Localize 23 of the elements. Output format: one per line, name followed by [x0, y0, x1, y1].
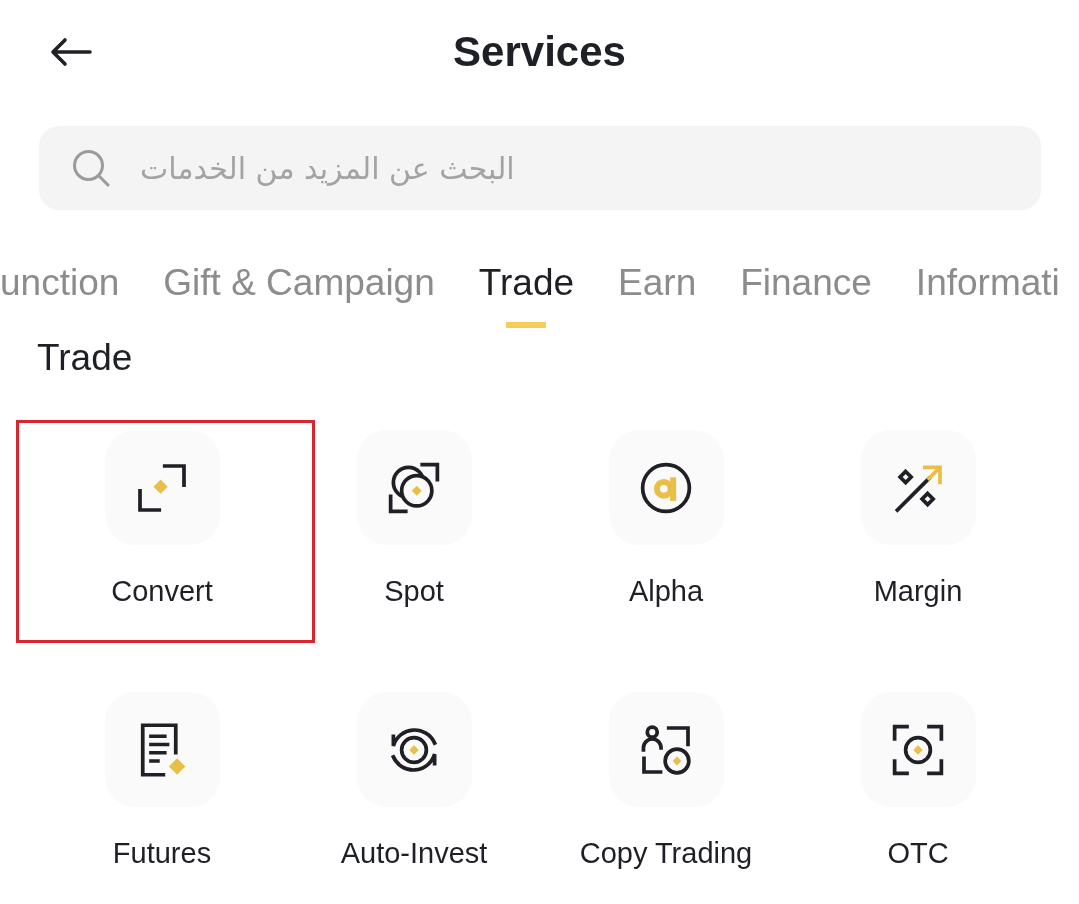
search-icon: [72, 149, 110, 187]
coin-frame-icon: [860, 692, 976, 807]
category-tab[interactable]: Trade: [478, 261, 575, 328]
service-button[interactable]: Convert: [104, 430, 220, 609]
circled-a-icon: [608, 430, 724, 545]
diamond-brackets-icon: [104, 430, 220, 545]
section-title: Trade: [37, 336, 133, 380]
search-field[interactable]: البحث عن المزيد من الخدمات: [39, 126, 1041, 210]
percent-arrow-icon: [860, 430, 976, 545]
person-coin-icon: [608, 692, 724, 807]
service-button[interactable]: Futures: [104, 692, 220, 871]
service-button[interactable]: OTC: [860, 692, 976, 871]
circular-arrows-icon: [356, 692, 472, 807]
service-button[interactable]: Spot: [356, 430, 472, 609]
service-button[interactable]: Alpha: [608, 430, 724, 609]
service-button[interactable]: Auto-Invest: [340, 692, 488, 871]
page-title: Services: [453, 26, 626, 77]
coins-icon: [356, 430, 472, 545]
service-button[interactable]: Margin: [860, 430, 976, 609]
document-icon: [104, 692, 220, 807]
arrow-left-icon: [50, 37, 92, 67]
service-button[interactable]: Copy Trading: [579, 692, 753, 871]
back-button[interactable]: [48, 35, 94, 69]
